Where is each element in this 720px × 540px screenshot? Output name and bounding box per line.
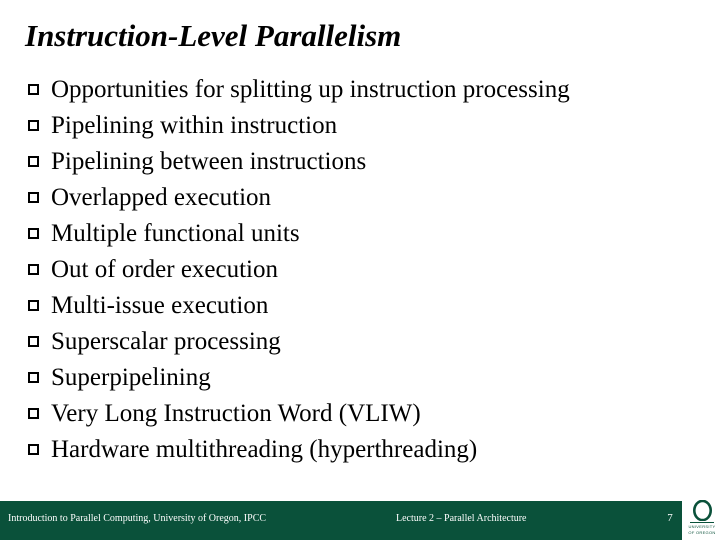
list-item: Multiple functional units bbox=[28, 216, 708, 252]
list-item: Pipelining between instructions bbox=[28, 144, 708, 180]
square-bullet-icon bbox=[28, 264, 39, 275]
list-item-label: Overlapped execution bbox=[51, 184, 272, 211]
list-item: Out of order execution bbox=[28, 252, 708, 288]
list-item-label: Multiple functional units bbox=[51, 220, 300, 247]
letter-o-icon bbox=[692, 500, 712, 521]
footer-course-label: Introduction to Parallel Computing, Univ… bbox=[8, 513, 267, 524]
square-bullet-icon bbox=[28, 156, 39, 167]
list-item: Superscalar processing bbox=[28, 324, 708, 360]
university-of-oregon-logo: UNIVERSITY OF OREGON bbox=[684, 498, 720, 540]
square-bullet-icon bbox=[28, 444, 39, 455]
page-title: Instruction-Level Parallelism bbox=[25, 18, 402, 53]
list-item: Opportunities for splitting up instructi… bbox=[28, 72, 708, 108]
list-item: Very Long Instruction Word (VLIW) bbox=[28, 396, 708, 432]
logo-line-2: OF OREGON bbox=[688, 530, 716, 535]
footer-bar: Introduction to Parallel Computing, Univ… bbox=[0, 501, 682, 540]
list-item-label: Out of order execution bbox=[51, 256, 279, 283]
square-bullet-icon bbox=[28, 372, 39, 383]
list-item-label: Superpipelining bbox=[51, 364, 211, 391]
list-item-label: Multi-issue execution bbox=[51, 292, 269, 319]
square-bullet-icon bbox=[28, 228, 39, 239]
list-item-label: Hardware multithreading (hyperthreading) bbox=[51, 436, 478, 463]
list-item-label: Pipelining between instructions bbox=[51, 148, 367, 175]
list-item-label: Pipelining within instruction bbox=[51, 112, 338, 139]
footer-lecture-label: Lecture 2 – Parallel Architecture bbox=[396, 513, 527, 524]
square-bullet-icon bbox=[28, 84, 39, 95]
list-item: Superpipelining bbox=[28, 360, 708, 396]
list-item-label: Very Long Instruction Word (VLIW) bbox=[51, 400, 421, 427]
list-item: Pipelining within instruction bbox=[28, 108, 708, 144]
slide: Instruction-Level Parallelism Opportunit… bbox=[0, 0, 720, 540]
list-item-label: Superscalar processing bbox=[51, 328, 281, 355]
square-bullet-icon bbox=[28, 336, 39, 347]
page-number: 7 bbox=[667, 512, 673, 524]
list-item: Overlapped execution bbox=[28, 180, 708, 216]
square-bullet-icon bbox=[28, 192, 39, 203]
list-item-label: Opportunities for splitting up instructi… bbox=[51, 76, 570, 103]
square-bullet-icon bbox=[28, 120, 39, 131]
square-bullet-icon bbox=[28, 300, 39, 311]
bullet-list: Opportunities for splitting up instructi… bbox=[28, 72, 708, 468]
logo-divider bbox=[690, 522, 714, 523]
list-item: Hardware multithreading (hyperthreading) bbox=[28, 432, 708, 468]
square-bullet-icon bbox=[28, 408, 39, 419]
list-item: Multi-issue execution bbox=[28, 288, 708, 324]
logo-line-1: UNIVERSITY bbox=[688, 524, 716, 529]
